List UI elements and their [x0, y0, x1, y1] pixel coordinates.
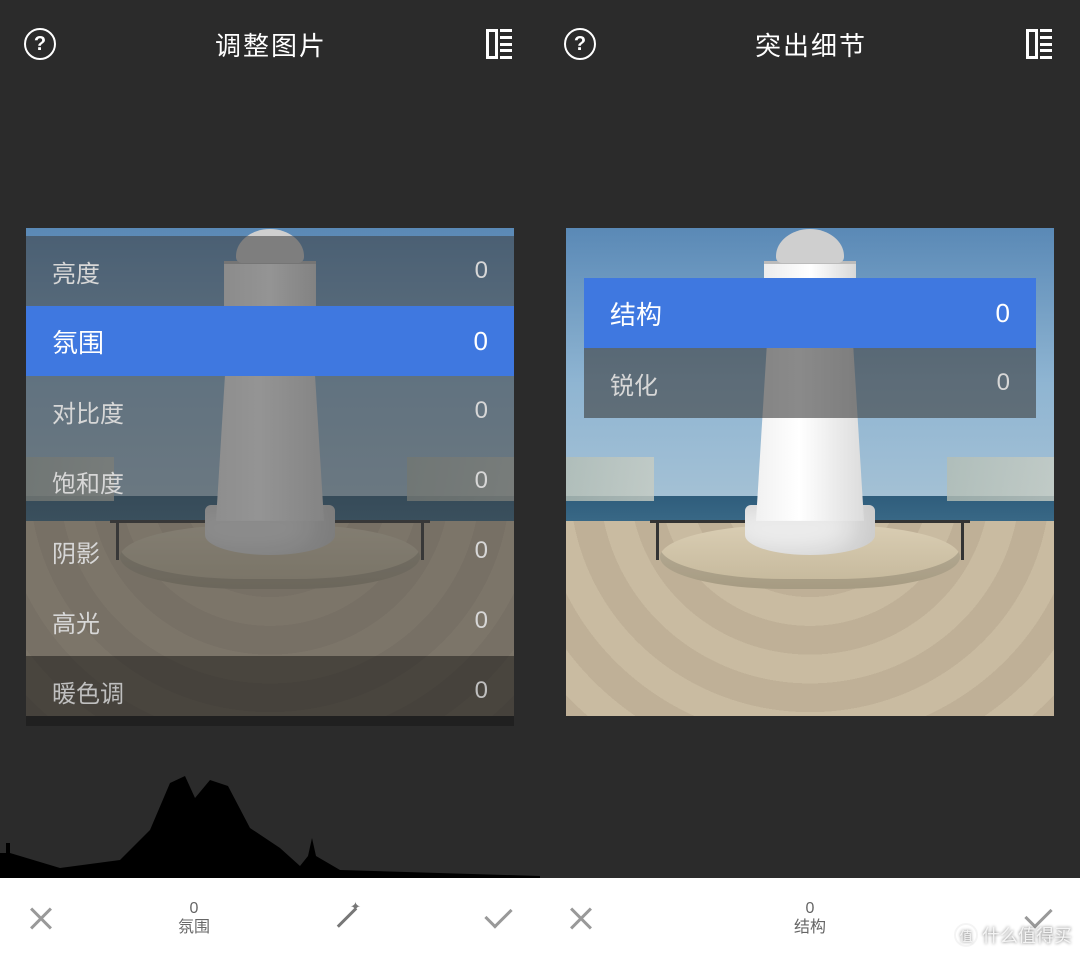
help-icon[interactable]: ? [564, 28, 596, 60]
option-value: 0 [475, 397, 488, 425]
image-canvas-right[interactable]: 结构 0 锐化 0 [566, 228, 1054, 716]
option-label: 结构 [610, 295, 662, 332]
apply-button[interactable] [484, 903, 514, 933]
current-param-left[interactable]: 0 氛围 [178, 899, 210, 937]
pane-details: ? 突出细节 结构 0 锐化 0 [540, 0, 1080, 958]
option-value: 0 [475, 467, 488, 495]
adjustment-menu-right[interactable]: 结构 0 锐化 0 [584, 278, 1036, 418]
option-value: 0 [996, 298, 1010, 329]
option-value: 0 [475, 537, 488, 565]
option-brightness[interactable]: 亮度 0 [26, 236, 514, 306]
option-label: 锐化 [610, 366, 658, 401]
histogram [0, 748, 540, 878]
option-contrast[interactable]: 对比度 0 [26, 376, 514, 446]
option-label: 暖色调 [52, 674, 124, 709]
option-value: 0 [997, 369, 1010, 397]
option-highlights[interactable]: 高光 0 [26, 586, 514, 656]
compare-icon[interactable] [1026, 29, 1056, 59]
param-value: 0 [178, 899, 210, 918]
option-warmth[interactable]: 暖色调 0 [26, 656, 514, 726]
option-label: 饱和度 [52, 464, 124, 499]
help-icon[interactable]: ? [24, 28, 56, 60]
cancel-button[interactable] [566, 903, 596, 933]
option-label: 阴影 [52, 534, 100, 569]
option-label: 高光 [52, 604, 100, 639]
option-value: 0 [475, 677, 488, 705]
auto-adjust-button[interactable] [332, 903, 362, 933]
option-value: 0 [474, 326, 488, 357]
option-value: 0 [475, 607, 488, 635]
header-title-right: 突出细节 [755, 26, 867, 63]
toolbar-left: 0 氛围 [0, 878, 540, 958]
option-label: 氛围 [52, 323, 104, 360]
option-structure[interactable]: 结构 0 [584, 278, 1036, 348]
compare-icon[interactable] [486, 29, 516, 59]
option-label: 对比度 [52, 394, 124, 429]
param-value: 0 [794, 899, 826, 918]
option-value: 0 [475, 257, 488, 285]
param-label: 结构 [794, 918, 826, 937]
adjustment-menu-left[interactable]: 亮度 0 氛围 0 对比度 0 饱和度 0 阴影 0 [26, 236, 514, 726]
option-label: 亮度 [52, 254, 100, 289]
header-right: ? 突出细节 [540, 0, 1080, 88]
header-left: ? 调整图片 [0, 0, 540, 88]
param-label: 氛围 [178, 918, 210, 937]
header-title-left: 调整图片 [215, 26, 327, 63]
apply-button[interactable] [1024, 903, 1054, 933]
option-ambience[interactable]: 氛围 0 [26, 306, 514, 376]
cancel-button[interactable] [26, 903, 56, 933]
option-sharpen[interactable]: 锐化 0 [584, 348, 1036, 418]
toolbar-right: 0 结构 [540, 878, 1080, 958]
current-param-right[interactable]: 0 结构 [794, 899, 826, 937]
image-canvas-left[interactable]: 亮度 0 氛围 0 对比度 0 饱和度 0 阴影 0 [26, 228, 514, 716]
option-saturation[interactable]: 饱和度 0 [26, 446, 514, 516]
option-shadows[interactable]: 阴影 0 [26, 516, 514, 586]
pane-tune-image: ? 调整图片 亮度 0 氛围 0 [0, 0, 540, 958]
